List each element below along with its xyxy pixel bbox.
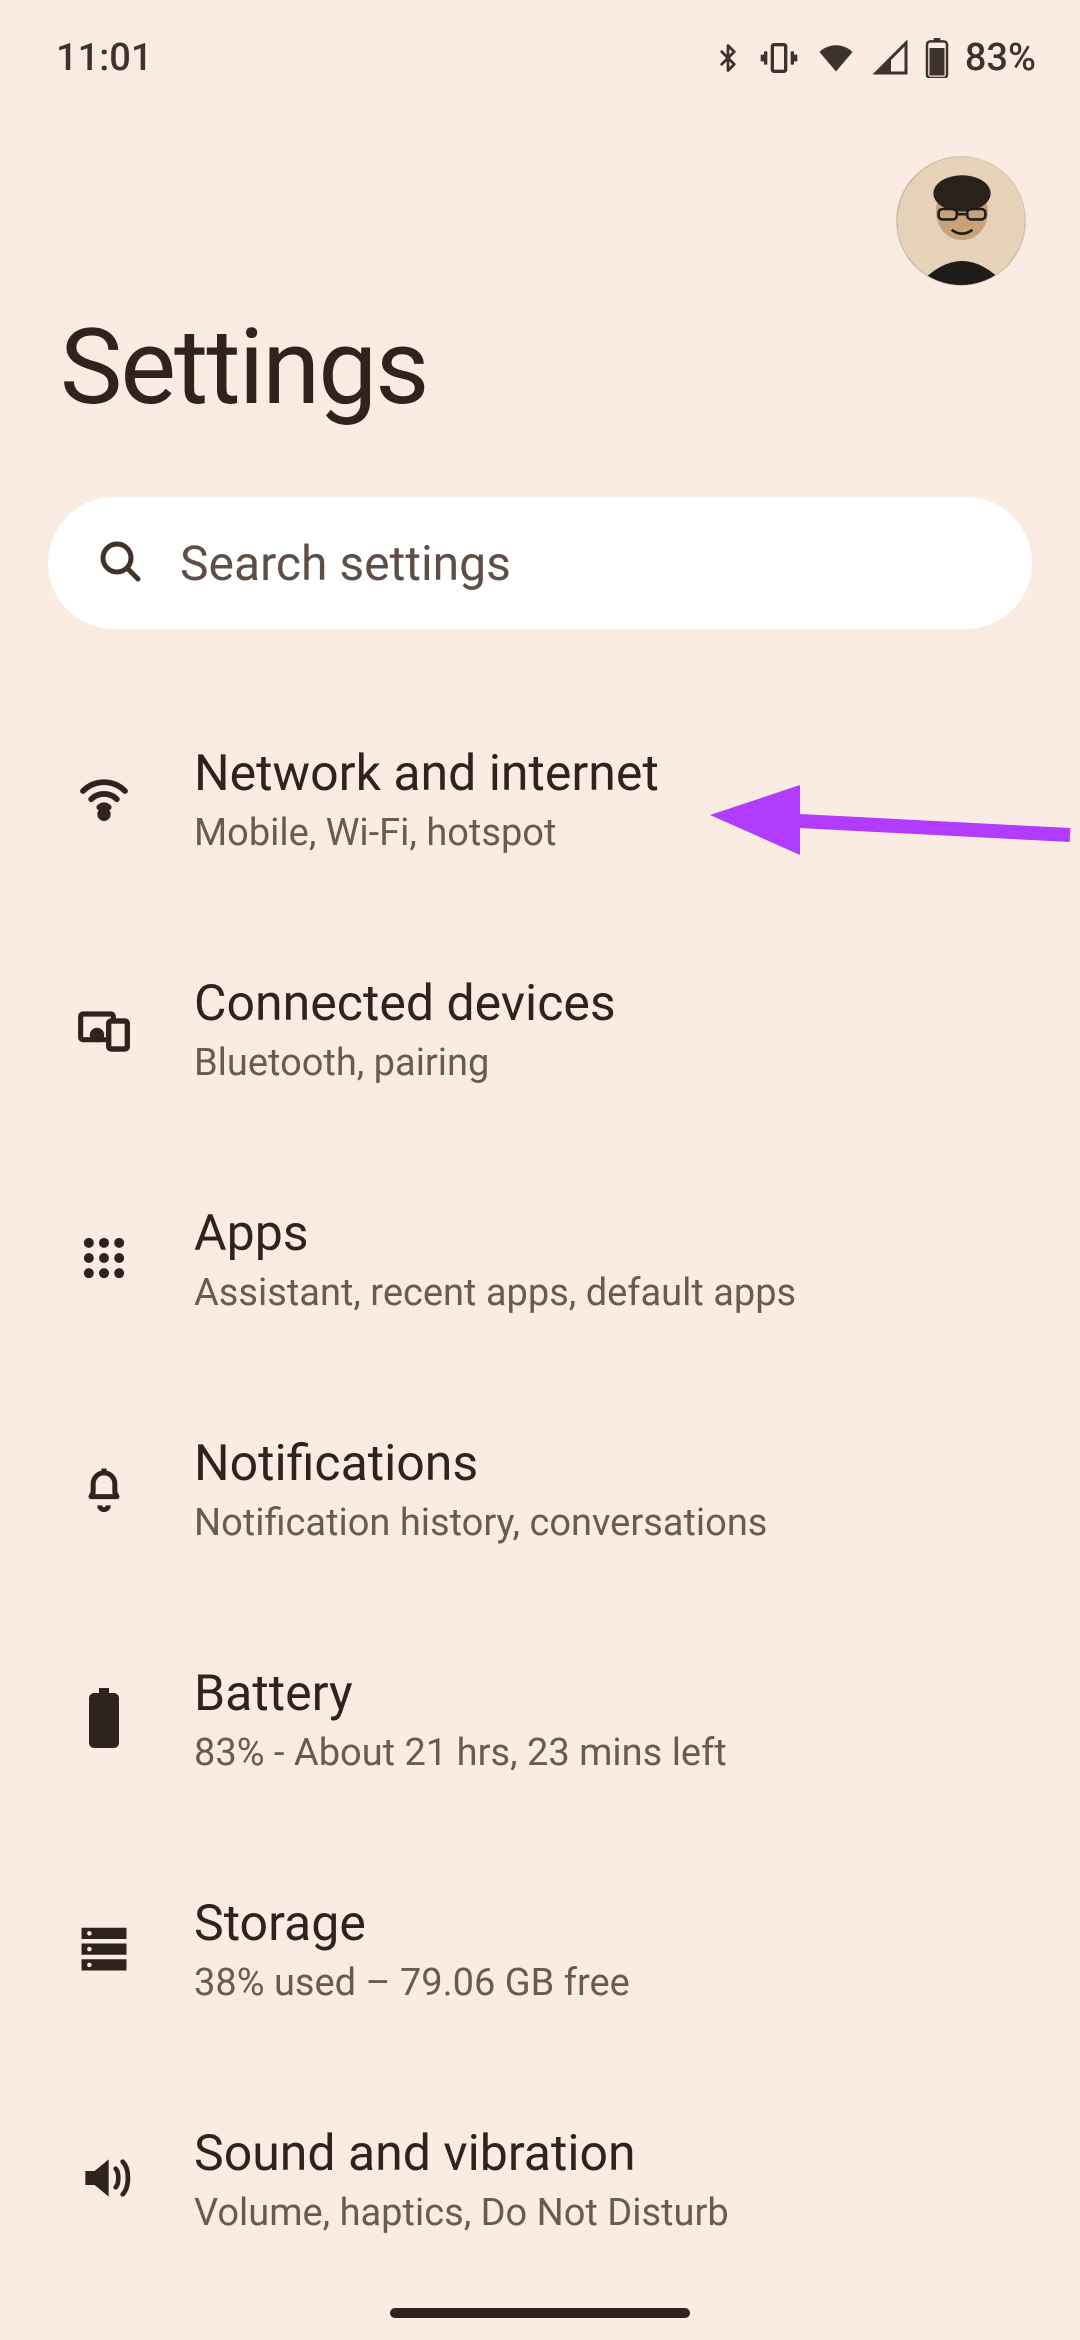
gesture-nav-bar[interactable] <box>390 2308 690 2318</box>
item-connected-devices[interactable]: Connected devices Bluetooth, pairing <box>0 915 1080 1145</box>
bluetooth-icon <box>713 38 743 78</box>
wifi-icon <box>815 40 857 76</box>
bell-icon <box>78 1462 130 1518</box>
item-title: Notifications <box>194 1435 1048 1493</box>
volume-icon <box>76 2150 132 2210</box>
battery-percentage: 83% <box>965 36 1036 80</box>
item-apps[interactable]: Apps Assistant, recent apps, default app… <box>0 1145 1080 1375</box>
item-title: Apps <box>194 1205 1048 1263</box>
vibrate-icon <box>759 38 799 78</box>
battery-icon <box>925 38 949 78</box>
profile-avatar[interactable] <box>896 156 1026 286</box>
item-network-internet[interactable]: Network and internet Mobile, Wi-Fi, hots… <box>0 685 1080 915</box>
search-placeholder: Search settings <box>180 535 511 592</box>
wifi-icon <box>76 770 132 830</box>
item-subtitle: Mobile, Wi-Fi, hotspot <box>194 811 1048 855</box>
item-title: Storage <box>194 1895 1048 1953</box>
item-notifications[interactable]: Notifications Notification history, conv… <box>0 1375 1080 1605</box>
item-subtitle: Bluetooth, pairing <box>194 1041 1048 1085</box>
page-title: Settings <box>0 286 1080 429</box>
item-subtitle: 83% - About 21 hrs, 23 mins left <box>194 1731 1048 1775</box>
item-subtitle: Notification history, conversations <box>194 1501 1048 1545</box>
storage-icon <box>77 1921 131 1979</box>
apps-icon <box>78 1232 130 1288</box>
item-title: Connected devices <box>194 975 1048 1033</box>
search-icon <box>96 537 144 589</box>
item-storage[interactable]: Storage 38% used – 79.06 GB free <box>0 1835 1080 2065</box>
search-bar[interactable]: Search settings <box>48 497 1032 629</box>
item-subtitle: 38% used – 79.06 GB free <box>194 1961 1048 2005</box>
settings-list: Network and internet Mobile, Wi-Fi, hots… <box>0 629 1080 2295</box>
item-subtitle: Volume, haptics, Do Not Disturb <box>194 2191 1048 2235</box>
item-title: Battery <box>194 1665 1048 1723</box>
item-battery[interactable]: Battery 83% - About 21 hrs, 23 mins left <box>0 1605 1080 1835</box>
signal-icon <box>873 40 909 76</box>
status-bar: 11:01 83% <box>0 0 1080 88</box>
item-title: Network and internet <box>194 745 1048 803</box>
devices-icon <box>76 1000 132 1060</box>
item-sound-vibration[interactable]: Sound and vibration Volume, haptics, Do … <box>0 2065 1080 2295</box>
battery-icon <box>84 1688 124 1752</box>
status-time: 11:01 <box>56 36 152 80</box>
item-subtitle: Assistant, recent apps, default apps <box>194 1271 1048 1315</box>
status-icons: 83% <box>713 36 1036 80</box>
item-title: Sound and vibration <box>194 2125 1048 2183</box>
